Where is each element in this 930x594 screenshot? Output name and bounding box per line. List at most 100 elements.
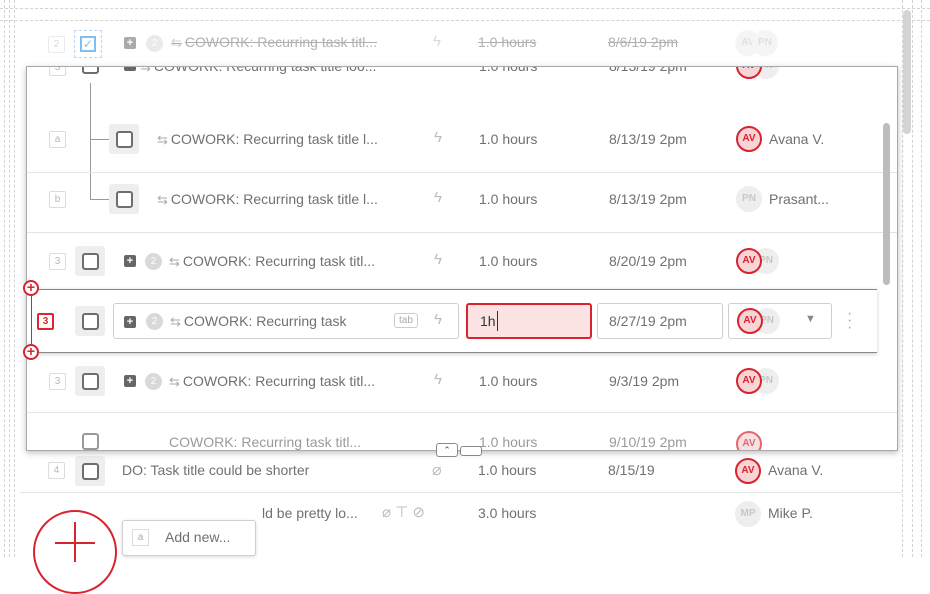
table-row[interactable]: 3 + 2 ⇆ COWORK: Recurring task titl... ϟ … bbox=[27, 359, 877, 403]
due-date[interactable]: 8/13/19 2pm bbox=[609, 67, 687, 74]
avatar[interactable]: PN bbox=[752, 30, 778, 56]
task-title[interactable]: DO: Task title could be shorter bbox=[122, 462, 309, 478]
hours-value[interactable]: 1.0 hours bbox=[479, 434, 537, 450]
recurring-icon: ⇆ bbox=[157, 132, 168, 147]
avatar[interactable]: AV bbox=[736, 126, 762, 152]
avatar[interactable]: MP bbox=[735, 501, 761, 527]
more-options-icon[interactable]: · · · bbox=[847, 306, 852, 336]
recurring-icon: ⇆ bbox=[169, 254, 180, 269]
avatar[interactable]: AV bbox=[736, 368, 762, 394]
insert-below-marker[interactable]: + bbox=[23, 344, 39, 360]
row-number: 3 bbox=[49, 373, 66, 390]
task-title[interactable]: ld be pretty lo... bbox=[262, 505, 358, 521]
due-date[interactable]: 9/3/19 2pm bbox=[609, 373, 679, 389]
collapse-icon[interactable]: − bbox=[124, 67, 136, 71]
checkbox[interactable] bbox=[75, 366, 105, 396]
hours-value[interactable]: 1.0 hours bbox=[479, 191, 537, 207]
hours-input[interactable]: 1h bbox=[466, 303, 592, 339]
due-date[interactable]: 8/6/19 2pm bbox=[608, 34, 678, 50]
avatar[interactable]: PN bbox=[736, 186, 762, 212]
assignee-select[interactable]: AV PN ▼ bbox=[728, 303, 832, 339]
recurring-icon: ⇆ bbox=[171, 35, 182, 50]
task-title[interactable]: ⇆ COWORK: Recurring task titl... bbox=[169, 373, 375, 390]
task-title[interactable]: ⇆ COWORK: Recurring task title loo... bbox=[140, 66, 377, 75]
due-date[interactable]: 9/10/19 2pm bbox=[609, 434, 687, 450]
resize-handle[interactable]: ⌃ bbox=[436, 443, 484, 457]
outer-scrollbar[interactable] bbox=[903, 10, 911, 134]
subtask-row[interactable]: b ⇆ COWORK: Recurring task title l... ϟ 1… bbox=[27, 177, 877, 221]
checkbox[interactable] bbox=[109, 184, 139, 214]
recurring-icon: ⇆ bbox=[157, 192, 168, 207]
panel-scrollbar[interactable] bbox=[883, 123, 890, 285]
text-cursor bbox=[497, 311, 498, 331]
due-date[interactable]: 8/13/19 2pm bbox=[609, 191, 687, 207]
checkbox[interactable] bbox=[75, 246, 105, 276]
table-row[interactable]: 2 ✓ + 2 ⇆ COWORK: Recurring task titl... … bbox=[0, 20, 900, 65]
add-new-label: Add new... bbox=[165, 529, 231, 545]
hours-value[interactable]: 1.0 hours bbox=[479, 131, 537, 147]
guide-line bbox=[921, 0, 922, 557]
hours-value[interactable]: 1.0 hours bbox=[478, 34, 536, 50]
shortcut-key: a bbox=[132, 529, 149, 546]
task-title[interactable]: ⇆ COWORK: Recurring task title l... bbox=[157, 191, 378, 208]
task-title-input[interactable]: + 2 ⇆ COWORK: Recurring task tab ϟ bbox=[113, 303, 459, 339]
hours-value[interactable]: 3.0 hours bbox=[478, 505, 536, 521]
task-title-text: COWORK: Recurring task titl... bbox=[182, 373, 376, 389]
check-icon: ✓ bbox=[80, 36, 96, 52]
avatar[interactable]: AV bbox=[735, 458, 761, 484]
assignee-name: Mike P. bbox=[768, 505, 813, 521]
task-title[interactable]: COWORK: Recurring task titl... bbox=[169, 434, 361, 450]
expand-icon[interactable]: + bbox=[124, 37, 136, 49]
divider bbox=[27, 172, 897, 173]
attachment-pin-block-icons: ⌀ ⊤ ⊘ bbox=[382, 504, 426, 521]
table-row[interactable]: 3 + 2 ⇆ COWORK: Recurring task titl... ϟ … bbox=[27, 239, 877, 283]
row-number: 2 bbox=[48, 36, 65, 53]
assignee-name: Avana V. bbox=[768, 462, 824, 478]
task-title[interactable]: ⇆ COWORK: Recurring task titl... bbox=[171, 34, 377, 51]
row-number: 3 bbox=[49, 253, 66, 270]
checkbox[interactable] bbox=[75, 456, 105, 486]
recurring-icon: ⇆ bbox=[170, 314, 181, 329]
guide-line bbox=[912, 0, 913, 557]
due-date[interactable]: 8/20/19 2pm bbox=[609, 253, 687, 269]
expand-icon[interactable]: + bbox=[124, 316, 136, 328]
avatar[interactable]: AV bbox=[736, 67, 762, 79]
hours-value[interactable]: 1.0 hours bbox=[478, 462, 536, 478]
insert-line bbox=[31, 296, 32, 344]
checkbox[interactable] bbox=[109, 124, 139, 154]
task-title[interactable]: ⇆ COWORK: Recurring task titl... bbox=[169, 253, 375, 270]
subtask-row[interactable]: a ⇆ COWORK: Recurring task title l... ϟ 1… bbox=[27, 117, 877, 161]
checkbox[interactable] bbox=[75, 306, 105, 336]
due-date[interactable]: 8/15/19 bbox=[608, 462, 655, 478]
hours-value[interactable]: 1.0 hours bbox=[479, 373, 537, 389]
due-date: 8/27/19 2pm bbox=[609, 313, 687, 329]
hours-value[interactable]: 1.0 hours bbox=[479, 253, 537, 269]
hours-input-value: 1h bbox=[480, 313, 496, 329]
row-number-active: 3 bbox=[37, 313, 54, 330]
task-title-text: COWORK: Recurring task title loo... bbox=[153, 66, 377, 74]
checkbox-checked[interactable]: ✓ bbox=[74, 30, 102, 58]
task-title-text: COWORK: Recurring task titl... bbox=[182, 253, 376, 269]
add-new-tooltip[interactable]: a Add new... bbox=[122, 520, 256, 556]
due-date-input[interactable]: 8/27/19 2pm bbox=[597, 303, 723, 339]
dropdown-arrow-icon: ▼ bbox=[805, 313, 816, 325]
table-row[interactable]: 3 − ⇆COWORK: Recurring task title loo...… bbox=[27, 66, 897, 83]
checkbox[interactable] bbox=[82, 433, 99, 450]
subtask-count: 2 bbox=[145, 373, 162, 390]
assignee-name: Avana V. bbox=[769, 131, 825, 147]
subtask-panel: 3 − ⇆COWORK: Recurring task title loo...… bbox=[26, 66, 898, 451]
plus-icon-vertical bbox=[74, 522, 76, 562]
expand-icon[interactable]: + bbox=[124, 375, 136, 387]
insert-above-marker[interactable]: + bbox=[23, 280, 39, 296]
avatar[interactable]: AV bbox=[736, 248, 762, 274]
hours-value[interactable]: 1.0 hours bbox=[479, 67, 537, 74]
task-title[interactable]: ⇆ COWORK: Recurring task title l... bbox=[157, 131, 378, 148]
avatar[interactable]: AV bbox=[736, 431, 762, 450]
expand-icon[interactable]: + bbox=[124, 255, 136, 267]
editing-row[interactable]: 3 + 2 ⇆ COWORK: Recurring task tab ϟ 1h 8… bbox=[27, 289, 877, 353]
bolt-icon: ϟ bbox=[434, 189, 442, 206]
checkbox[interactable] bbox=[82, 67, 99, 74]
due-date[interactable]: 8/13/19 2pm bbox=[609, 131, 687, 147]
add-task-button[interactable] bbox=[33, 510, 117, 594]
bolt-icon: ϟ bbox=[434, 251, 442, 268]
